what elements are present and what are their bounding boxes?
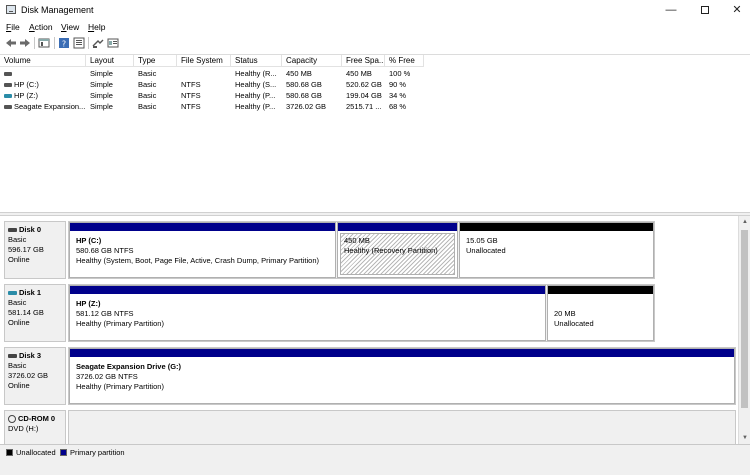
back-arrow-icon[interactable] bbox=[5, 37, 17, 49]
disk-3-partitions: Seagate Expansion Drive (G:) 3726.02 GB … bbox=[68, 347, 736, 405]
volume-row[interactable]: Seagate Expansion... Simple Basic NTFS H… bbox=[0, 101, 750, 112]
primary-partition-bar bbox=[70, 223, 335, 231]
toolbar-separator bbox=[34, 37, 35, 49]
menu-help[interactable]: Help bbox=[88, 22, 105, 32]
disk-icon bbox=[8, 354, 17, 359]
column-header-percent-free[interactable]: % Free bbox=[385, 55, 424, 67]
title-bar: Disk Management — ✕ bbox=[0, 0, 750, 20]
close-icon: ✕ bbox=[732, 4, 742, 16]
scroll-down-arrow-icon[interactable]: ▼ bbox=[739, 432, 750, 444]
scroll-up-arrow-icon[interactable]: ▲ bbox=[739, 216, 750, 228]
partition-unallocated[interactable]: 20 MB Unallocated bbox=[547, 285, 654, 341]
partition-unallocated[interactable]: 15.05 GB Unallocated bbox=[459, 222, 654, 278]
volume-icon bbox=[4, 105, 12, 110]
disk-1-label[interactable]: Disk 1 Basic 581.14 GB Online bbox=[4, 284, 66, 342]
minimize-button[interactable]: — bbox=[654, 0, 688, 20]
disk-1-partitions: HP (Z:) 581.12 GB NTFS Healthy (Primary … bbox=[68, 284, 655, 342]
close-button[interactable]: ✕ bbox=[720, 0, 750, 20]
legend-unallocated: Unallocated bbox=[6, 448, 56, 457]
toolbar-separator bbox=[54, 37, 55, 49]
column-header-free-space[interactable]: Free Spa... bbox=[342, 55, 385, 67]
legend-bar: Unallocated Primary partition bbox=[0, 444, 750, 475]
column-header-volume[interactable]: Volume bbox=[0, 55, 86, 67]
volume-row[interactable]: Simple Basic Healthy (R... 450 MB 450 MB… bbox=[0, 68, 750, 79]
unallocated-bar bbox=[460, 223, 653, 231]
maximize-icon bbox=[701, 6, 709, 15]
unallocated-bar bbox=[548, 286, 653, 294]
menu-action[interactable]: Action bbox=[29, 22, 53, 32]
vertical-scrollbar[interactable]: ▲ ▼ bbox=[738, 216, 750, 444]
disk-3-label[interactable]: Disk 3 Basic 3726.02 GB Online bbox=[4, 347, 66, 405]
help-icon[interactable]: ? bbox=[58, 37, 70, 49]
primary-partition-bar bbox=[338, 223, 457, 231]
volume-icon bbox=[4, 94, 12, 99]
properties-icon[interactable] bbox=[73, 37, 85, 49]
forward-arrow-icon[interactable] bbox=[19, 37, 31, 49]
disk-icon bbox=[8, 228, 17, 233]
disk-0-partitions: HP (C:) 580.68 GB NTFS Healthy (System, … bbox=[68, 221, 655, 279]
console-tree-icon[interactable] bbox=[38, 37, 50, 49]
cd-rom-icon bbox=[8, 415, 16, 424]
disk-management-app-icon bbox=[6, 5, 16, 14]
volume-row[interactable]: HP (Z:) Simple Basic NTFS Healthy (P... … bbox=[0, 90, 750, 101]
view-icon[interactable] bbox=[107, 37, 119, 49]
column-header-status[interactable]: Status bbox=[231, 55, 282, 67]
partition-hp-z[interactable]: HP (Z:) 581.12 GB NTFS Healthy (Primary … bbox=[69, 285, 546, 341]
primary-partition-bar bbox=[70, 286, 545, 294]
volume-row[interactable]: HP (C:) Simple Basic NTFS Healthy (S... … bbox=[0, 79, 750, 90]
toolbar: ? bbox=[0, 34, 750, 53]
menu-view[interactable]: View bbox=[61, 22, 79, 32]
disk-map: Disk 0 Basic 596.17 GB Online HP (C:) 58… bbox=[0, 216, 738, 444]
cdrom-0-label[interactable]: CD-ROM 0 DVD (H:) bbox=[4, 410, 66, 444]
column-header-type[interactable]: Type bbox=[134, 55, 177, 67]
disk-icon bbox=[8, 291, 17, 296]
partition-hp-c[interactable]: HP (C:) 580.68 GB NTFS Healthy (System, … bbox=[69, 222, 336, 278]
partition-recovery[interactable]: 450 MB Healthy (Recovery Partition) bbox=[337, 222, 458, 278]
svg-text:?: ? bbox=[62, 40, 66, 49]
primary-swatch bbox=[60, 449, 67, 456]
volume-icon bbox=[4, 83, 12, 88]
unallocated-swatch bbox=[6, 449, 13, 456]
scroll-thumb[interactable] bbox=[741, 230, 748, 408]
window-title: Disk Management bbox=[21, 5, 94, 15]
connect-icon[interactable] bbox=[92, 37, 104, 49]
volume-icon bbox=[4, 72, 12, 77]
maximize-button[interactable] bbox=[688, 0, 722, 20]
cdrom-0-area bbox=[68, 410, 736, 444]
menu-file[interactable]: File bbox=[6, 22, 20, 32]
column-header-file-system[interactable]: File System bbox=[177, 55, 231, 67]
menu-bar: File Action View Help bbox=[0, 20, 750, 34]
partition-seagate-g[interactable]: Seagate Expansion Drive (G:) 3726.02 GB … bbox=[69, 348, 735, 404]
minimize-icon: — bbox=[665, 4, 677, 16]
column-header-layout[interactable]: Layout bbox=[86, 55, 134, 67]
toolbar-separator bbox=[88, 37, 89, 49]
legend-primary: Primary partition bbox=[60, 448, 125, 457]
column-header-capacity[interactable]: Capacity bbox=[282, 55, 342, 67]
primary-partition-bar bbox=[70, 349, 734, 357]
disk-0-label[interactable]: Disk 0 Basic 596.17 GB Online bbox=[4, 221, 66, 279]
volume-list: Volume Layout Type File System Status Ca… bbox=[0, 54, 750, 210]
